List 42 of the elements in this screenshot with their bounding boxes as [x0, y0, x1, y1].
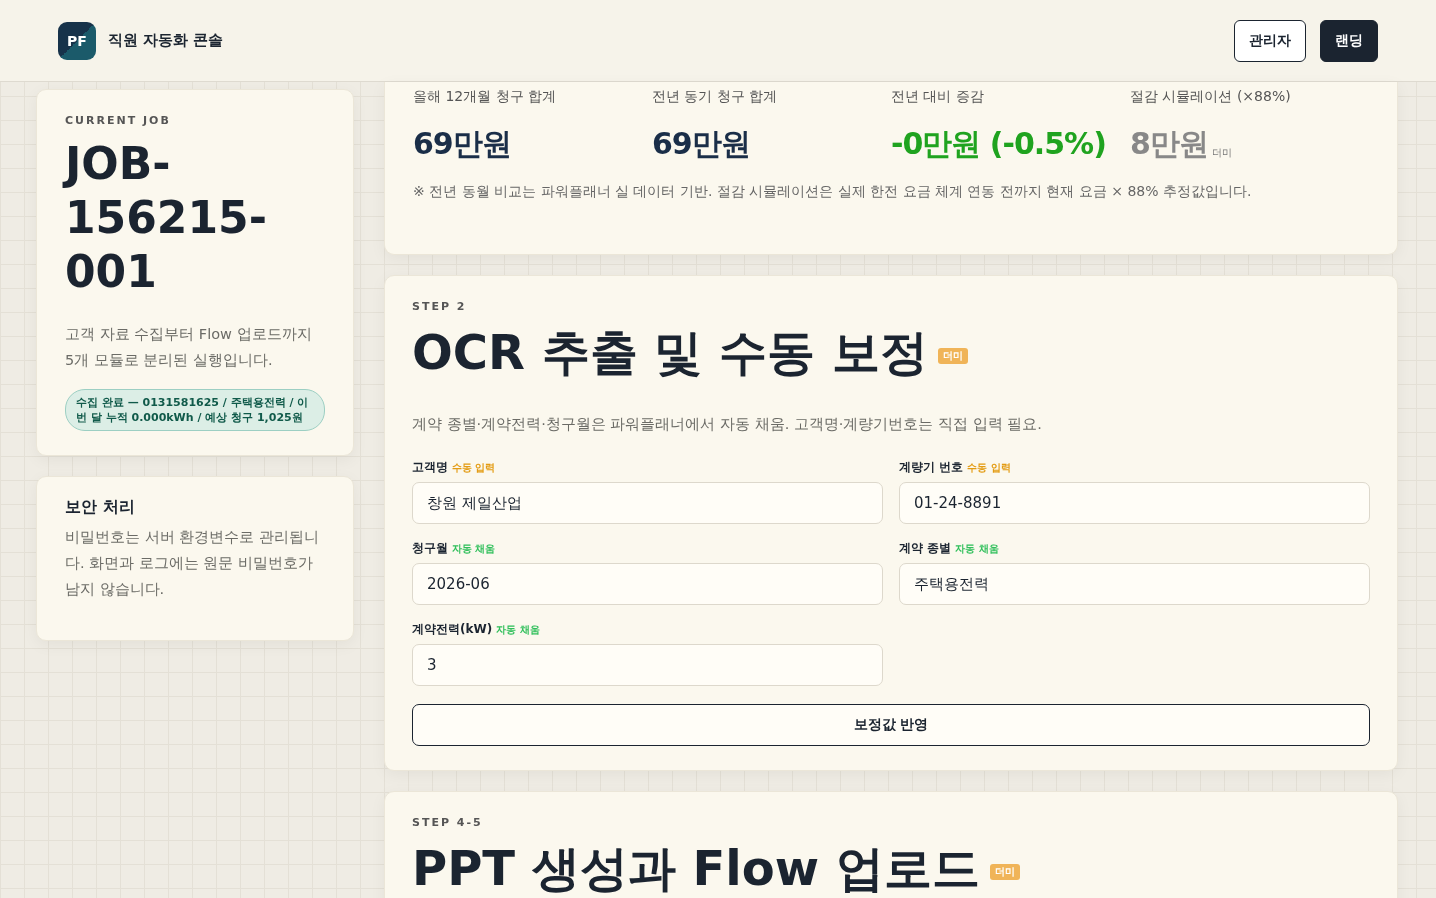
field-label: 고객명 — [412, 459, 448, 476]
step-label: STEP 2 — [412, 300, 468, 313]
stat-label: 전년 동기 청구 합계 — [652, 88, 779, 106]
source-tag: 수동 입력 — [452, 461, 496, 475]
source-tag: 자동 채움 — [955, 542, 999, 556]
stat-value: 69만원 — [652, 125, 750, 163]
security-text: 비밀번호는 서버 환경변수로 관리됩니다. 화면과 로그에는 원문 비밀번호가 남지 않습니다. — [65, 528, 320, 599]
stat-value: -0만원 (-0.5%) — [891, 125, 1106, 163]
input-field[interactable]: 2026-06 — [412, 563, 883, 605]
stat-label: 올해 12개월 청구 합계 — [413, 88, 558, 106]
section-title: PPT 생성과 Flow 업로드 — [412, 839, 980, 897]
apply-button[interactable]: 보정값 반영 — [412, 704, 1370, 746]
app-title: 직원 자동화 콘솔 — [108, 31, 224, 50]
source-tag: 수동 입력 — [967, 461, 1011, 475]
input-field[interactable]: 3 — [412, 644, 883, 686]
job-description: 고객 자료 수집부터 Flow 업로드까지 5개 모듈로 분리된 실행입니다. — [65, 325, 313, 370]
header-button[interactable]: 관리자 — [1234, 19, 1306, 62]
stat-label: 전년 대비 증감 — [891, 88, 985, 106]
step-label: STEP 4-5 — [412, 816, 484, 829]
input-field[interactable]: 01-24-8891 — [899, 482, 1370, 524]
field-label: 계약 종별 — [899, 540, 952, 557]
stat-label: 절감 시뮬레이션 (×88%) — [1130, 88, 1292, 106]
field-label: 계약전력(kW) — [412, 621, 493, 638]
dummy-label: 더미 — [1211, 146, 1232, 160]
dummy-badge: 더미 — [937, 348, 968, 364]
section-description: 계약 종별·계약전력·청구월은 파워플래너에서 자동 채움. 고객명·계량기번호는 직접 입력 필요. — [412, 415, 1043, 434]
stat-value: 8만원 — [1130, 125, 1208, 163]
eyebrow-label: CURRENT JOB — [65, 114, 172, 127]
stats-note: ※ 전년 동월 비교는 파워플래너 실 데이터 기반. 절감 시뮬레이션은 실제 한전 요금 체계 연동 전까지 현재 요금 × 88% 추정값입니다. — [413, 183, 1253, 201]
input-field[interactable]: 주택용전력 — [899, 563, 1370, 605]
dummy-badge: 더미 — [989, 864, 1020, 880]
field-label: 청구월 — [412, 540, 448, 557]
status-pill: 수집 완료 — 0131581625 / 주택용전력 / 이번 달 누적 0.000kWh / 예상 청구 1,025원 — [65, 389, 325, 431]
input-field[interactable]: 창원 제일산업 — [412, 482, 883, 524]
field-label: 계량기 번호 — [899, 459, 964, 476]
logo-badge: PF — [58, 21, 96, 60]
stat-value: 69만원 — [413, 125, 511, 163]
header-button[interactable]: 랜딩 — [1320, 19, 1378, 62]
card-title: 보안 처리 — [65, 497, 136, 518]
source-tag: 자동 채움 — [496, 623, 540, 637]
section-title: OCR 추출 및 수동 보정 — [412, 323, 928, 381]
source-tag: 자동 채움 — [452, 542, 496, 556]
